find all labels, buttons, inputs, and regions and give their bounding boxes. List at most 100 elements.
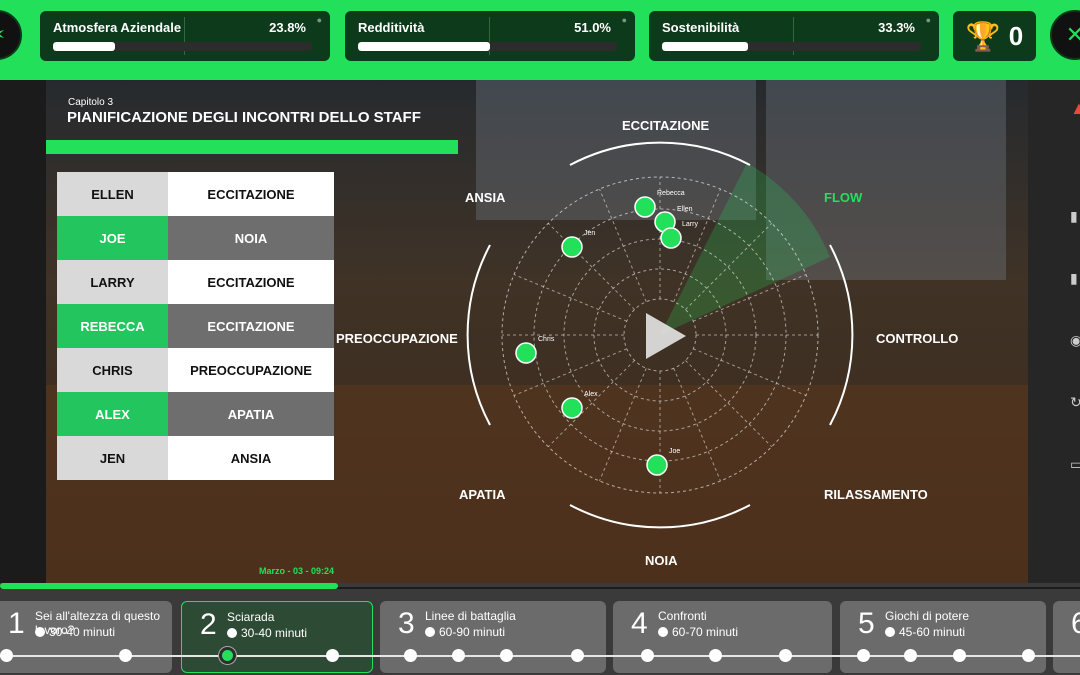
clock-icon: [425, 627, 435, 637]
radar-spoke: [693, 348, 807, 396]
lightbulb-icon: ●: [316, 15, 322, 25]
chapter-title: PIANIFICAZIONE DEGLI INCONTRI DELLO STAF…: [67, 109, 421, 126]
table-row[interactable]: JOE NOIA: [57, 216, 334, 260]
meter-redditivita: Redditività 51.0% ●: [345, 11, 635, 61]
meter-percent: 23.8%: [269, 20, 306, 35]
radar-label-noia: NOIA: [645, 553, 678, 568]
radar-outer-arc: [569, 141, 751, 166]
staff-point-label: Joe: [669, 448, 680, 455]
timeline-dot[interactable]: [904, 649, 917, 662]
timeline-line: [0, 655, 1080, 657]
staff-point-label: Larry: [682, 221, 698, 228]
staff-point[interactable]: [561, 397, 583, 419]
chapter-label: Capitolo 3: [68, 97, 114, 108]
staff-point-label: Chris: [538, 336, 555, 343]
timeline-dot[interactable]: [1022, 649, 1035, 662]
staff-state: NOIA: [168, 216, 334, 260]
radar-spoke: [547, 360, 635, 448]
staff-point-label: Rebecca: [657, 190, 685, 197]
episode-number: 5: [858, 607, 875, 640]
table-row[interactable]: CHRIS PREOCCUPAZIONE: [57, 348, 334, 392]
book-icon[interactable]: ▮: [1070, 208, 1078, 225]
episode-card-4[interactable]: 4 Confronti 60-70 minuti: [613, 601, 832, 673]
staff-name: ELLEN: [57, 172, 168, 216]
episode-duration: 30-40 minuti: [35, 625, 115, 639]
staff-point-label: Jen: [584, 230, 595, 237]
radar-outer-arc: [466, 244, 491, 426]
meter-fill: [358, 42, 491, 51]
radar-spoke: [673, 368, 721, 482]
timeline-dot[interactable]: [0, 649, 13, 662]
timeline-dot[interactable]: [452, 649, 465, 662]
trophy-counter[interactable]: 🏆 0: [953, 11, 1036, 61]
staff-state: ANSIA: [168, 436, 334, 480]
timeline-dot[interactable]: [500, 649, 513, 662]
globe-icon[interactable]: ◉: [1070, 332, 1080, 349]
episode-card-6[interactable]: 6: [1053, 601, 1080, 673]
timeline-dot-current[interactable]: [219, 647, 236, 664]
table-row[interactable]: ALEX APATIA: [57, 392, 334, 436]
episode-card-5[interactable]: 5 Giochi di potere 45-60 minuti: [840, 601, 1046, 673]
radar-spoke: [513, 274, 627, 322]
title-underline-bar: [46, 140, 458, 154]
timeline-dot[interactable]: [709, 649, 722, 662]
right-toolbar: ▲ ▮ ▮ ◉ ↻ ▭: [1028, 80, 1080, 585]
episode-duration: 60-70 minuti: [658, 625, 738, 639]
staff-name: JOE: [57, 216, 168, 260]
radar-outer-arc: [569, 504, 751, 529]
episode-card-1[interactable]: 1 Sei all'altezza di questo lavoro? 30-4…: [0, 601, 172, 673]
lightbulb-icon: ●: [621, 15, 627, 25]
warning-icon[interactable]: ▲: [1070, 98, 1080, 119]
staff-point[interactable]: [634, 196, 656, 218]
episode-number: 3: [398, 607, 415, 640]
timeline-dot[interactable]: [641, 649, 654, 662]
timeline-dot[interactable]: [326, 649, 339, 662]
timeline-dot[interactable]: [571, 649, 584, 662]
timeline-dot[interactable]: [779, 649, 792, 662]
meter-track: [662, 42, 921, 51]
radar-label-preoccupazione: PREOCCUPAZIONE: [336, 331, 458, 346]
table-row[interactable]: LARRY ECCITAZIONE: [57, 260, 334, 304]
staff-point[interactable]: [561, 236, 583, 258]
refresh-icon[interactable]: ↻: [1070, 394, 1080, 411]
trophy-icon: 🏆: [965, 20, 1001, 52]
radar-spoke: [599, 368, 647, 482]
laptop-icon[interactable]: ▭: [1070, 456, 1080, 473]
episode-duration: 30-40 minuti: [227, 626, 307, 640]
radar-outer-arc: [829, 244, 854, 426]
staff-point[interactable]: [646, 454, 668, 476]
timeline-dot[interactable]: [953, 649, 966, 662]
meter-atmosfera: Atmosfera Aziendale 23.8% ●: [40, 11, 330, 61]
trophy-count: 0: [1008, 20, 1024, 51]
staff-state: PREOCCUPAZIONE: [168, 348, 334, 392]
clock-icon: [885, 627, 895, 637]
radar-label-controllo: CONTROLLO: [876, 331, 959, 346]
radar-spoke: [685, 360, 773, 448]
meter-percent: 33.3%: [878, 20, 915, 35]
staff-point-label: Alex: [584, 391, 598, 398]
staff-point[interactable]: [660, 227, 682, 249]
staff-name: REBECCA: [57, 304, 168, 348]
table-row[interactable]: REBECCA ECCITAZIONE: [57, 304, 334, 348]
timeline-dot[interactable]: [857, 649, 870, 662]
meter-fill: [662, 42, 749, 51]
meter-sostenibilita: Sostenibilità 33.3% ●: [649, 11, 939, 61]
meter-fill: [53, 42, 115, 51]
table-row[interactable]: JEN ANSIA: [57, 436, 334, 480]
staff-point[interactable]: [515, 342, 537, 364]
episode-number: 2: [200, 608, 217, 641]
episode-card-2[interactable]: 2 Sciarada 30-40 minuti: [181, 601, 373, 673]
clock-icon: [35, 627, 45, 637]
timeline-dot[interactable]: [404, 649, 417, 662]
clock-icon: [658, 627, 668, 637]
lightbulb-icon: ●: [925, 15, 931, 25]
table-row[interactable]: ELLEN ECCITAZIONE: [57, 172, 334, 216]
map-icon[interactable]: ▮: [1070, 270, 1078, 287]
staff-name: JEN: [57, 436, 168, 480]
episode-number: 6: [1071, 607, 1080, 640]
timeline-dot[interactable]: [119, 649, 132, 662]
meter-name: Sostenibilità: [662, 20, 740, 35]
current-date: Marzo - 03 - 09:24: [259, 566, 335, 576]
episode-card-3[interactable]: 3 Linee di battaglia 60-90 minuti: [380, 601, 606, 673]
clock-icon: [227, 628, 237, 638]
